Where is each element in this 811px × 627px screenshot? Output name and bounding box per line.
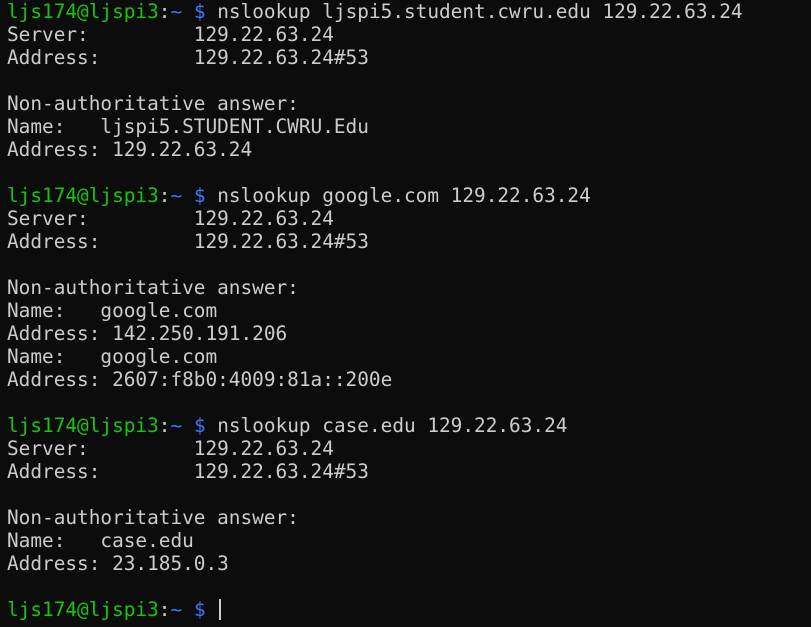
prompt-separator: : xyxy=(158,598,171,621)
prompt-symbol: $ xyxy=(193,414,206,437)
command-text: nslookup ljspi5.student.cwru.edu 129.22.… xyxy=(217,0,743,23)
prompt-symbol: $ xyxy=(193,184,206,207)
output-line: Name: ljspi5.STUDENT.CWRU.Edu xyxy=(7,115,369,138)
prompt-separator: : xyxy=(158,414,171,437)
output-line: Non-authoritative answer: xyxy=(7,276,299,299)
prompt-separator: : xyxy=(158,184,171,207)
output-line: Address: 129.22.63.24#53 xyxy=(7,46,369,69)
prompt-line: ljs174@ljspi3:~ $ nslookup google.com 12… xyxy=(7,184,811,207)
prompt-separator: : xyxy=(158,0,171,23)
prompt-line: ljs174@ljspi3:~ $ nslookup ljspi5.studen… xyxy=(7,0,811,23)
output-line: Address: 129.22.63.24#53 xyxy=(7,230,369,253)
output-line: Address: 129.22.63.24#53 xyxy=(7,460,369,483)
prompt-user-host: ljs174@ljspi3 xyxy=(7,598,159,621)
prompt-path: ~ xyxy=(170,414,183,437)
current-prompt-line[interactable]: ljs174@ljspi3:~ $ xyxy=(7,598,811,621)
prompt-path: ~ xyxy=(170,184,183,207)
output-line: Server: 129.22.63.24 xyxy=(7,207,334,230)
output-line: Address: 142.250.191.206 xyxy=(7,322,288,345)
prompt-symbol: $ xyxy=(193,0,206,23)
command-text: nslookup case.edu 129.22.63.24 xyxy=(217,414,568,437)
prompt-line: ljs174@ljspi3:~ $ nslookup case.edu 129.… xyxy=(7,414,811,437)
command-text: nslookup google.com 129.22.63.24 xyxy=(217,184,591,207)
prompt-path: ~ xyxy=(170,0,183,23)
output-line: Non-authoritative answer: xyxy=(7,92,299,115)
output-line: Server: 129.22.63.24 xyxy=(7,23,334,46)
output-line: Address: 2607:f8b0:4009:81a::200e xyxy=(7,368,393,391)
output-line: Name: case.edu xyxy=(7,529,194,552)
prompt-user-host: ljs174@ljspi3 xyxy=(7,414,159,437)
prompt-user-host: ljs174@ljspi3 xyxy=(7,0,159,23)
text-cursor xyxy=(219,599,222,620)
prompt-path: ~ xyxy=(170,598,183,621)
output-line: Non-authoritative answer: xyxy=(7,506,299,529)
output-line: Name: google.com xyxy=(7,345,218,368)
terminal-window[interactable]: ljs174@ljspi3:~ $ nslookup ljspi5.studen… xyxy=(0,0,811,627)
prompt-user-host: ljs174@ljspi3 xyxy=(7,184,159,207)
prompt-symbol: $ xyxy=(193,598,206,621)
output-line: Address: 129.22.63.24 xyxy=(7,138,253,161)
output-line: Server: 129.22.63.24 xyxy=(7,437,334,460)
output-line: Name: google.com xyxy=(7,299,218,322)
output-line: Address: 23.185.0.3 xyxy=(7,552,229,575)
